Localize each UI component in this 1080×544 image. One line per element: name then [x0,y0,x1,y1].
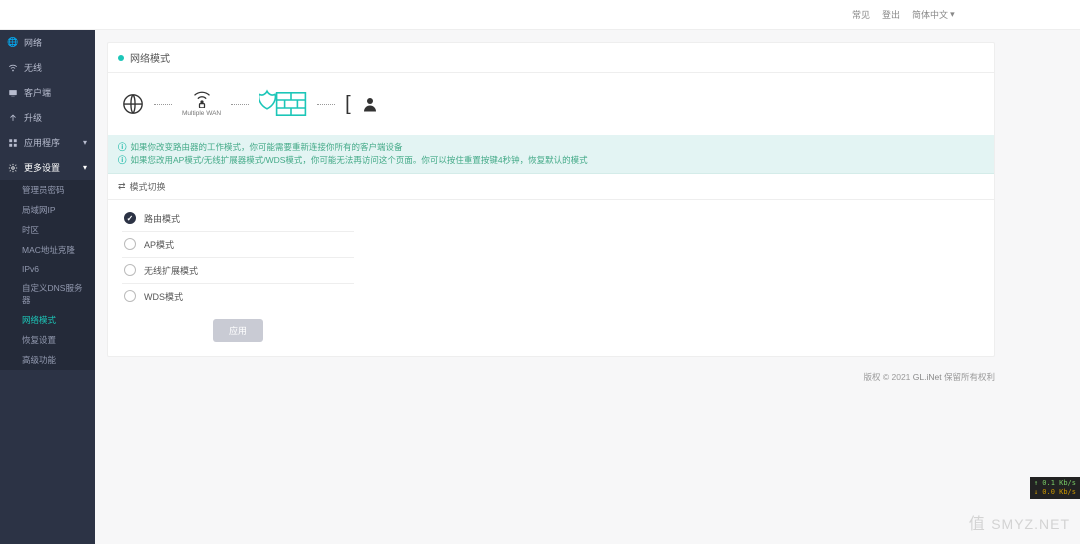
section-title: 模式切换 [130,180,166,193]
wan-wifi-icon [192,91,212,108]
option-label: 路由模式 [144,212,180,225]
mode-option-wds[interactable]: WDS模式 [122,284,354,309]
footer-brand-link[interactable]: GL.iNet [913,372,942,382]
sidebar-item-label: 无线 [24,61,42,74]
page-footer: 版权 © 2021 GL.iNet 保留所有权利 [107,367,995,387]
radio-unchecked-icon [124,264,136,276]
header-reboot-link[interactable]: 常见 [852,8,870,21]
network-diagram: Multiple WAN [ [108,73,994,135]
user-icon [361,95,379,113]
section-heading: ⇄ 模式切换 [108,174,994,200]
page-title: 网络模式 [130,50,170,65]
sidebar-item-label: 客户端 [24,86,51,99]
alert-line-1: 如果你改变路由器的工作模式，你可能需要重新连接你所有的客户端设备 [131,141,403,154]
sidebar-item-upgrade[interactable]: 升级 [0,105,95,130]
info-alert: ⓘ 如果你改变路由器的工作模式，你可能需要重新连接你所有的客户端设备 ⓘ 如果您… [108,135,994,174]
sidebar-child-network-mode[interactable]: 网络模式 [0,310,95,330]
option-label: WDS模式 [144,290,183,303]
language-label: 简体中文 [912,8,948,21]
netmon-down: ↓ 0.0 Kb/s [1034,488,1076,497]
watermark-text: SMYZ.NET [991,516,1070,532]
sidebar-item-wireless[interactable]: 无线 [0,55,95,80]
sidebar-child-ipv6[interactable]: IPv6 [0,260,95,278]
wan-node: Multiple WAN [182,91,221,117]
sidebar-item-internet[interactable]: 🌐 网络 [0,30,95,55]
option-label: 无线扩展模式 [144,264,198,277]
diagram-connector [317,104,335,105]
network-monitor-badge: ↑ 0.1 Kb/s ↓ 0.0 Kb/s [1030,477,1080,499]
radio-unchecked-icon [124,290,136,302]
sidebar-item-label: 更多设置 [24,161,60,174]
option-label: AP模式 [144,238,174,251]
diagram-connector [231,104,249,105]
sidebar-child-timezone[interactable]: 时区 [0,220,95,240]
footer-copyright: 版权 © 2021 [864,372,911,382]
sidebar: 🌐 网络 无线 客户端 升级 应用程序 ▾ [0,30,95,544]
watermark: 值 SMYZ.NET [969,510,1070,534]
upgrade-icon [8,113,18,123]
apply-button[interactable]: 应用 [213,319,263,342]
sidebar-child-revert[interactable]: 恢复设置 [0,330,95,350]
language-selector[interactable]: 简体中文 ▾ [912,8,955,21]
firewall-icon [259,89,307,119]
globe-icon: 🌐 [8,38,18,48]
diagram-connector [154,104,172,105]
info-icon: ⓘ [118,154,127,167]
sidebar-submenu: 管理员密码 局域网IP 时区 MAC地址克隆 IPv6 自定义DNS服务器 网络… [0,180,95,370]
info-icon: ⓘ [118,141,127,154]
mode-option-extender[interactable]: 无线扩展模式 [122,258,354,284]
top-header: GL·iNet ADMIN PANEL 常见 登出 简体中文 ▾ [0,0,1080,30]
alert-line-2: 如果您改用AP模式/无线扩展器模式/WDS模式，你可能无法再访问这个页面。你可以… [131,154,588,167]
switch-icon: ⇄ [118,181,126,192]
mode-options: 路由模式 AP模式 无线扩展模式 WDS模式 应用 [108,200,368,356]
internet-globe-icon [122,93,144,115]
chevron-down-icon: ▾ [83,138,87,147]
sidebar-child-lan-ip[interactable]: 局域网IP [0,200,95,220]
chevron-down-icon: ▾ [950,9,955,20]
sidebar-child-mac-clone[interactable]: MAC地址克隆 [0,240,95,260]
client-bracket-icon: [ [345,93,351,116]
mode-option-ap[interactable]: AP模式 [122,232,354,258]
wifi-icon [8,63,18,73]
diagram-label: Multiple WAN [182,110,221,117]
sidebar-item-label: 应用程序 [24,136,60,149]
header-logout-link[interactable]: 登出 [882,8,900,21]
sidebar-child-custom-dns[interactable]: 自定义DNS服务器 [0,278,95,310]
netmon-up: ↑ 0.1 Kb/s [1034,479,1076,488]
card-title: 网络模式 [108,43,994,73]
sidebar-item-label: 升级 [24,111,42,124]
sidebar-item-more-settings[interactable]: 更多设置 ▾ [0,155,95,180]
network-mode-card: 网络模式 Multiple WAN [107,42,995,357]
radio-unchecked-icon [124,238,136,250]
footer-rights: 保留所有权利 [944,372,995,382]
main-content: 网络模式 Multiple WAN [95,30,1080,544]
sidebar-child-admin-password[interactable]: 管理员密码 [0,180,95,200]
gear-icon [8,163,18,173]
apps-icon [8,138,18,148]
chevron-down-icon: ▾ [83,163,87,172]
clients-icon [8,88,18,98]
header-actions: 常见 登出 简体中文 ▾ [852,8,955,21]
radio-checked-icon [124,212,136,224]
title-dot-icon [118,55,124,61]
sidebar-item-label: 网络 [24,36,42,49]
sidebar-item-clients[interactable]: 客户端 [0,80,95,105]
mode-option-router[interactable]: 路由模式 [122,206,354,232]
sidebar-child-advanced[interactable]: 高级功能 [0,350,95,370]
sidebar-item-apps[interactable]: 应用程序 ▾ [0,130,95,155]
